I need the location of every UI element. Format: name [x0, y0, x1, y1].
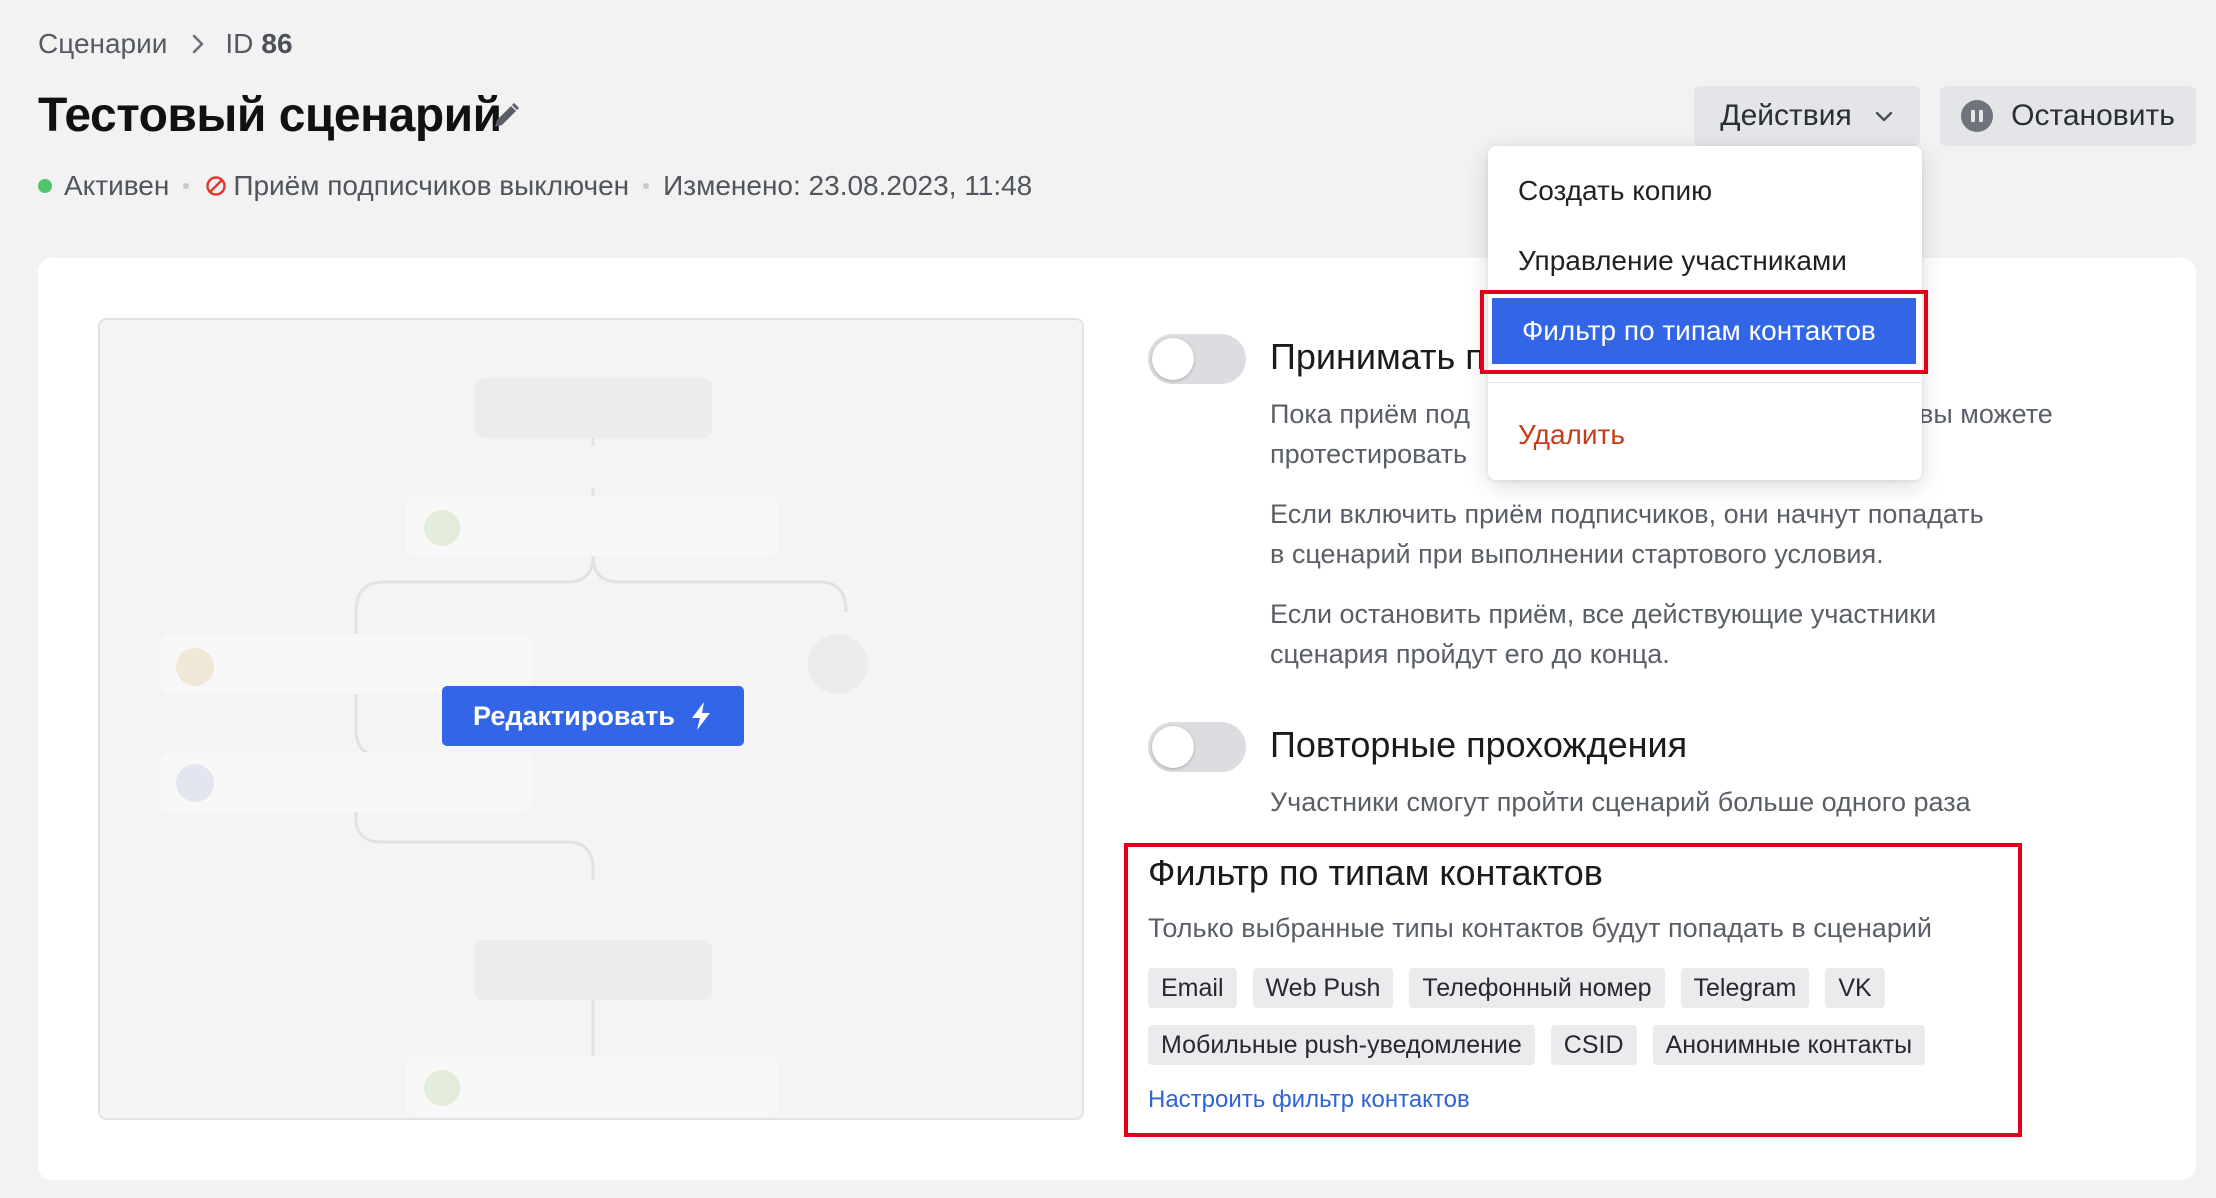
breadcrumb-scenarios-link[interactable]: Сценарии: [38, 28, 167, 60]
pencil-icon[interactable]: [488, 98, 524, 134]
breadcrumb-id-label: ID: [225, 28, 254, 59]
filter-subtitle: Только выбранные типы контактов будут по…: [1148, 913, 1933, 943]
prohibited-icon: [203, 173, 229, 199]
node-status-dot: [176, 648, 214, 686]
separator-dot: [183, 183, 190, 189]
accept-desc-line2: протестировать: [1270, 439, 1468, 469]
chip-web-push: Web Push: [1252, 968, 1394, 1008]
status-modified: Изменено: 23.08.2023, 11:48: [663, 170, 1033, 201]
menu-divider: [1488, 382, 1922, 383]
scenario-preview[interactable]: Редактировать: [98, 318, 1084, 1120]
chip-csid: CSID: [1550, 1025, 1637, 1065]
accept-desc-line1-tail: , вы можете: [1904, 399, 2053, 429]
edit-scenario-button[interactable]: Редактировать: [442, 686, 744, 746]
separator-dot: [643, 183, 650, 189]
accept-para2-line1: Если включить приём подписчиков, они нач…: [1270, 499, 1984, 529]
actions-button-label: Действия: [1720, 99, 1852, 132]
status-active: Активен: [64, 170, 170, 201]
chip-phone: Телефонный номер: [1409, 968, 1665, 1008]
toggle-knob: [1152, 338, 1194, 380]
active-status-dot: [38, 179, 52, 193]
status-subscribers: Приём подписчиков выключен: [233, 170, 630, 201]
chips-row-2: Мобильные push-уведомление CSID Анонимны…: [1148, 1025, 1998, 1065]
filter-title: Фильтр по типам контактов: [1148, 852, 1603, 893]
toggle-knob: [1152, 726, 1194, 768]
accept-subscribers-title: Принимать п: [1270, 336, 1485, 377]
stop-button-label: Остановить: [2011, 99, 2175, 132]
pause-icon: [1961, 100, 1994, 132]
flow-node: [160, 634, 532, 694]
node-status-dot: [424, 510, 460, 546]
chip-anonymous: Анонимные контакты: [1652, 1025, 1926, 1065]
lightning-icon: [689, 701, 713, 731]
repeat-passes-title: Повторные прохождения: [1270, 724, 1688, 765]
accept-para3-line2: сценария пройдут его до конца.: [1270, 639, 1670, 669]
repeat-passes-toggle[interactable]: [1148, 722, 1246, 772]
flow-start-node: [474, 378, 712, 438]
chip-telegram: Telegram: [1680, 968, 1810, 1008]
flow-node: [406, 496, 778, 556]
chevron-down-icon: [1874, 109, 1894, 123]
scenario-page: Сценарии ID 86 Тестовый сценарий Активен…: [0, 0, 2216, 1198]
edit-scenario-label: Редактировать: [473, 700, 675, 731]
repeat-passes-desc: Участники смогут пройти сценарий больше …: [1270, 787, 1971, 817]
configure-filter-link[interactable]: Настроить фильтр контактов: [1148, 1086, 1470, 1114]
node-end-circle: [808, 634, 868, 694]
flow-node: [160, 752, 532, 812]
accept-para3-line1: Если остановить приём, все действующие у…: [1270, 599, 1937, 629]
breadcrumb-id-value: 86: [261, 28, 293, 59]
status-line: Активен Приём подписчиков выключен Измен…: [38, 170, 1032, 202]
stop-button[interactable]: Остановить: [1940, 86, 2196, 146]
chip-email: Email: [1148, 968, 1237, 1008]
menu-item-create-copy[interactable]: Создать копию: [1488, 158, 1922, 224]
actions-button[interactable]: Действия: [1694, 86, 1920, 146]
node-status-dot: [424, 1070, 460, 1106]
chip-vk: VK: [1825, 968, 1885, 1008]
accept-para2-line2: в сценарий при выполнении стартового усл…: [1270, 539, 1884, 569]
menu-item-manage-participants[interactable]: Управление участниками: [1488, 228, 1922, 294]
chevron-right-icon: [191, 33, 205, 55]
node-status-dot: [176, 764, 214, 802]
chips-row-1: Email Web Push Телефонный номер Telegram…: [1148, 968, 1998, 1008]
breadcrumb: Сценарии ID 86: [38, 28, 293, 60]
accept-subscribers-toggle[interactable]: [1148, 334, 1246, 384]
menu-item-delete[interactable]: Удалить: [1488, 402, 1922, 468]
flow-node: [406, 1056, 778, 1116]
menu-highlight-frame: [1480, 290, 1928, 374]
chip-mobile-push: Мобильные push-уведомление: [1148, 1025, 1535, 1065]
flow-node: [474, 940, 712, 1000]
accept-desc-line1: Пока приём под: [1270, 399, 1470, 429]
page-title: Тестовый сценарий: [38, 89, 502, 142]
